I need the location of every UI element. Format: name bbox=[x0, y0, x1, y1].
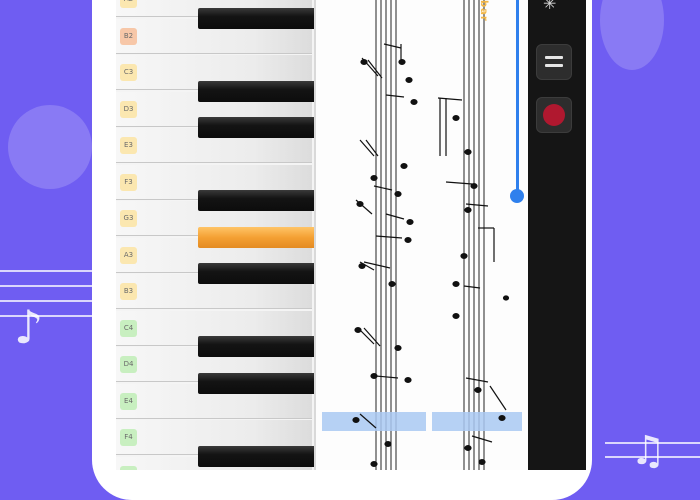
record-button[interactable] bbox=[536, 97, 572, 133]
black-key-active[interactable] bbox=[198, 226, 314, 248]
key-label: B3 bbox=[120, 283, 137, 300]
key-label: A3 bbox=[120, 246, 137, 264]
app-screen: A2 B2 C3 D3 E3 F3 G3 A3 B3 C4 D4 E4 F4 G4 bbox=[116, 0, 586, 470]
bg-circle-right bbox=[600, 0, 664, 70]
black-key[interactable] bbox=[198, 445, 314, 467]
key-label: D3 bbox=[120, 100, 137, 118]
music-note-icon: ♫ bbox=[630, 428, 666, 474]
black-key[interactable] bbox=[198, 117, 314, 138]
key-label: G3 bbox=[120, 210, 137, 227]
key-label: F3 bbox=[120, 173, 137, 191]
bg-circle-left bbox=[8, 105, 92, 189]
black-key[interactable] bbox=[198, 263, 314, 284]
key-label: D4 bbox=[120, 356, 137, 373]
bg-staff-line bbox=[0, 270, 95, 272]
scroll-slider-track[interactable] bbox=[516, 0, 519, 196]
black-key[interactable] bbox=[198, 372, 314, 394]
key-label: E3 bbox=[120, 137, 137, 154]
key-label: G4 bbox=[120, 465, 137, 470]
menu-button[interactable] bbox=[536, 44, 572, 80]
menu-icon bbox=[545, 56, 563, 59]
score-svg bbox=[322, 0, 522, 470]
score-vertical-label: bar bbox=[478, 0, 489, 22]
music-note-icon: ♪ bbox=[14, 300, 44, 354]
black-key[interactable] bbox=[198, 7, 314, 29]
key-label: C3 bbox=[120, 64, 137, 81]
key-label: F4 bbox=[120, 429, 137, 446]
bg-staff-line bbox=[0, 285, 95, 287]
sparkle-icon[interactable]: ✳ bbox=[543, 0, 556, 13]
key-label: E4 bbox=[120, 392, 137, 410]
black-key[interactable] bbox=[198, 190, 314, 211]
scroll-slider-handle[interactable] bbox=[510, 189, 524, 203]
key-label: B2 bbox=[120, 27, 137, 45]
menu-icon bbox=[545, 64, 563, 67]
black-key[interactable] bbox=[198, 336, 314, 357]
sheet-music bbox=[314, 0, 530, 470]
key-label: C4 bbox=[120, 319, 137, 337]
black-key[interactable] bbox=[198, 80, 314, 102]
key-label: A2 bbox=[120, 0, 137, 8]
piano-keyboard: A2 B2 C3 D3 E3 F3 G3 A3 B3 C4 D4 E4 F4 G4 bbox=[116, 0, 314, 470]
control-panel bbox=[528, 0, 586, 470]
record-icon bbox=[543, 104, 565, 126]
